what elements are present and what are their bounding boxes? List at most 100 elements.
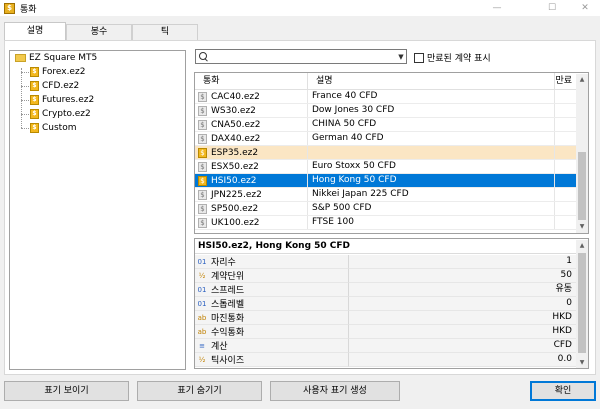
symbol-expiry	[555, 90, 576, 103]
symbol-icon: $	[198, 91, 207, 102]
tree-item-label: CFD.ez2	[42, 81, 80, 91]
symbol-icon: $	[198, 119, 207, 130]
symbol-description: Hong Kong 50 CFD	[308, 174, 555, 187]
tree-item-custom[interactable]: $ Custom	[30, 122, 76, 134]
symbol-group-icon: $	[30, 123, 39, 133]
property-key: 수익통화	[211, 328, 245, 338]
column-header-symbol[interactable]: 통화	[195, 73, 308, 90]
property-row[interactable]: ½ 틱사이즈 0.0	[195, 353, 576, 367]
property-row[interactable]: ≡ 계산 CFD	[195, 339, 576, 353]
table-row[interactable]: $ SP500.ez2 S&P 500 CFD	[195, 202, 576, 216]
symbol-icon: $	[198, 105, 207, 116]
symbol-search[interactable]: ▼	[195, 49, 407, 64]
tree-item-label: Forex.ez2	[42, 67, 86, 77]
symbol-name: SP500.ez2	[211, 203, 259, 214]
scrollbar-thumb[interactable]	[578, 152, 586, 220]
table-row[interactable]: $ ESX50.ez2 Euro Stoxx 50 CFD	[195, 160, 576, 174]
symbol-name: HSI50.ez2	[211, 175, 257, 186]
table-row-highlighted[interactable]: $ ESP35.ez2	[195, 146, 576, 160]
table-scrollbar[interactable]: ▲ ▼	[576, 74, 588, 233]
property-row[interactable]: 01 자리수 1	[195, 255, 576, 269]
tree-root[interactable]: EZ Square MT5	[15, 52, 97, 64]
tree-item-cfd[interactable]: $ CFD.ez2	[30, 80, 79, 92]
symbol-name: CNA50.ez2	[211, 119, 261, 130]
tree-item-futures[interactable]: $ Futures.ez2	[30, 94, 94, 106]
ok-button[interactable]: 확인	[530, 381, 596, 401]
property-key: 스톱레벨	[211, 300, 245, 310]
symbol-description: German 40 CFD	[308, 132, 555, 145]
column-header-expiry[interactable]: 만료	[555, 73, 576, 90]
tree-item-forex[interactable]: $ Forex.ez2	[30, 66, 85, 78]
symbol-group-icon: $	[30, 109, 39, 119]
symbol-description: Dow Jones 30 CFD	[308, 104, 555, 117]
properties-title: HSI50.ez2, Hong Kong 50 CFD	[195, 239, 576, 254]
show-symbol-button[interactable]: 표기 보이기	[4, 381, 129, 401]
property-row[interactable]: 01 스프레드 유동	[195, 283, 576, 297]
property-key: 계약단위	[211, 272, 245, 282]
symbol-icon: $	[198, 161, 207, 172]
property-row[interactable]: ab 마진통화 HKD	[195, 311, 576, 325]
chevron-down-icon[interactable]: ▼	[396, 53, 406, 61]
symbol-icon: $	[198, 133, 207, 144]
table-row[interactable]: $ JPN225.ez2 Nikkei Japan 225 CFD	[195, 188, 576, 202]
tab-bar: 설명 봉수 틱	[4, 22, 198, 40]
scroll-up-icon[interactable]: ▲	[576, 240, 588, 252]
scroll-down-icon[interactable]: ▼	[576, 357, 588, 368]
symbol-description: Euro Stoxx 50 CFD	[308, 160, 555, 173]
column-header-description[interactable]: 설명	[308, 73, 555, 90]
symbol-name: WS30.ez2	[211, 105, 256, 116]
table-row[interactable]: $ UK100.ez2 FTSE 100	[195, 216, 576, 230]
table-row[interactable]: $ CAC40.ez2 France 40 CFD	[195, 90, 576, 104]
tab-bars[interactable]: 봉수	[66, 24, 132, 40]
symbol-name: JPN225.ez2	[211, 189, 262, 200]
show-expired-checkbox[interactable]: 만료된 계약 표시	[414, 51, 491, 64]
table-row-selected[interactable]: $ HSI50.ez2 Hong Kong 50 CFD	[195, 174, 576, 188]
property-row[interactable]: 01 스톱레벨 0	[195, 297, 576, 311]
show-expired-label: 만료된 계약 표시	[427, 54, 491, 64]
close-button[interactable]: ✕	[570, 0, 600, 16]
create-custom-symbol-button[interactable]: 사용자 표기 생성	[270, 381, 400, 401]
properties-scrollbar[interactable]: ▲ ▼	[576, 240, 588, 368]
scroll-down-icon[interactable]: ▼	[576, 221, 588, 233]
property-row[interactable]: ½ 계약단위 50	[195, 269, 576, 283]
fraction-icon: ½	[198, 271, 206, 280]
property-value: 0	[349, 297, 576, 311]
symbol-description	[308, 146, 555, 159]
scrollbar-thumb[interactable]	[578, 253, 586, 353]
search-input[interactable]	[212, 50, 396, 63]
property-value: HKD	[349, 325, 576, 339]
table-row[interactable]: $ DAX40.ez2 German 40 CFD	[195, 132, 576, 146]
checkbox-box[interactable]	[414, 52, 424, 63]
symbol-name: ESP35.ez2	[211, 147, 259, 158]
tree-item-label: Futures.ez2	[42, 95, 95, 105]
minimize-button[interactable]: —	[482, 0, 512, 16]
symbol-expiry	[555, 202, 576, 215]
tree-item-crypto[interactable]: $ Crypto.ez2	[30, 108, 91, 120]
symbol-tree[interactable]: EZ Square MT5 $ Forex.ez2 $ CFD.ez2 $ Fu…	[9, 50, 186, 370]
tab-description[interactable]: 설명	[4, 22, 66, 40]
symbol-expiry	[555, 188, 576, 201]
maximize-button[interactable]: ☐	[537, 0, 567, 16]
property-value: 50	[349, 269, 576, 283]
tab-ticks[interactable]: 틱	[132, 24, 198, 40]
symbol-icon: $	[198, 189, 207, 200]
app-icon: $	[4, 2, 15, 14]
symbol-description: Nikkei Japan 225 CFD	[308, 188, 555, 201]
symbol-expiry	[555, 118, 576, 131]
folder-icon	[15, 54, 26, 62]
hide-symbol-button[interactable]: 표기 숨기기	[137, 381, 262, 401]
symbol-expiry	[555, 146, 576, 159]
property-row[interactable]: ab 수익통화 HKD	[195, 325, 576, 339]
integer-icon: 01	[197, 257, 207, 266]
symbol-description: CHINA 50 CFD	[308, 118, 555, 131]
integer-icon: 01	[197, 299, 207, 308]
symbol-expiry	[555, 104, 576, 117]
scroll-up-icon[interactable]: ▲	[576, 74, 588, 86]
symbol-group-icon: $	[30, 95, 39, 105]
table-row[interactable]: $ CNA50.ez2 CHINA 50 CFD	[195, 118, 576, 132]
symbol-name: UK100.ez2	[211, 217, 260, 228]
symbol-group-icon: $	[30, 81, 39, 91]
table-row[interactable]: $ WS30.ez2 Dow Jones 30 CFD	[195, 104, 576, 118]
title-bar: $ 통화 — ☐ ✕	[0, 0, 600, 16]
symbol-icon: $	[198, 217, 207, 228]
